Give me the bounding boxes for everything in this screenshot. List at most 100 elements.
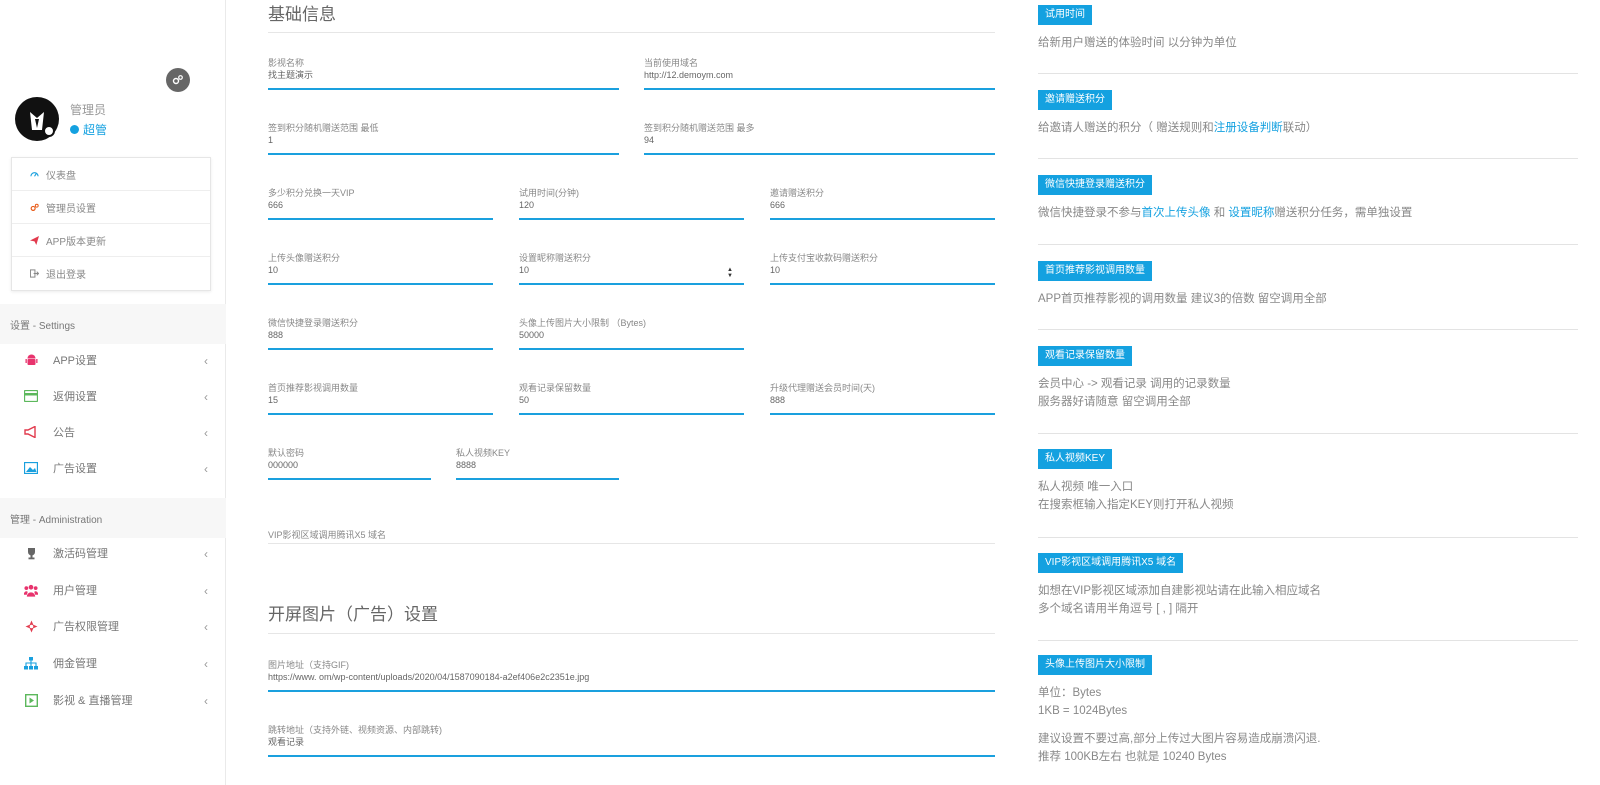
device-rule-link[interactable]: 注册设备判断 [1214, 122, 1283, 134]
field-underline [268, 348, 493, 350]
field-label: 默认密码 [268, 448, 305, 458]
chevron-left-icon: ‹ [204, 620, 208, 634]
field-label: 私人视频KEY [456, 448, 511, 458]
first-avatar-link[interactable]: 首次上传头像 [1142, 207, 1211, 219]
home-recommend-field[interactable]: 首页推荐影视调用数量 15 [268, 383, 493, 415]
field-label: 上传支付宝收款码赠送积分 [770, 253, 879, 263]
avatar[interactable] [15, 97, 59, 141]
bullhorn-icon [24, 425, 38, 439]
help-text: 单位：Bytes 1KB = 1024Bytes 建议设置不要过高,部分上传过大… [1038, 684, 1578, 766]
user-menu-admin-settings[interactable]: 管理员设置 [12, 191, 210, 224]
help-separator [1038, 433, 1578, 434]
field-label: 升级代理赠送会员时间(天) [770, 383, 875, 393]
splash-image-url-field[interactable]: 图片地址（支持GIF) https://www. om/wp-content/u… [268, 660, 995, 692]
field-value: 888 [268, 330, 284, 340]
help-tag: 观看记录保留数量 [1038, 346, 1132, 366]
field-value: 666 [268, 200, 284, 210]
avatar-badge [43, 125, 55, 137]
sidebar-item-ad-settings[interactable]: 广告设置 ‹ [0, 450, 226, 486]
field-underline [268, 755, 995, 757]
chevron-left-icon: ‹ [204, 547, 208, 561]
chevron-left-icon: ‹ [204, 657, 208, 671]
site-name-field[interactable]: 影视名称 找主题演示 [268, 58, 619, 90]
field-label: 头像上传图片大小限制 （Bytes) [519, 318, 647, 328]
field-value: http://12.demoym.com [644, 70, 734, 80]
sidebar: 管理员 超管 仪表盘 管理员设置 APP版本更新 退出登录 设置 - Setti… [0, 0, 226, 785]
field-value: 888 [770, 395, 786, 405]
sidebar-item-label: 返佣设置 [53, 391, 97, 403]
field-value: https://www. om/wp-content/uploads/2020/… [268, 672, 590, 682]
field-value: 50 [519, 395, 530, 405]
help-line: 推荐 100KB左右 也就是 10240 Bytes [1038, 751, 1227, 763]
admin-profile: 管理员 超管 [15, 97, 215, 145]
splash-link-field[interactable]: 跳转地址（支持外链、视频资源、内部跳转) 观看记录 [268, 725, 995, 757]
vip-x5-domain-field[interactable]: VIP影视区域调用腾讯X5 域名 [268, 530, 995, 544]
field-value: 15 [268, 395, 279, 405]
paper-plane-icon [30, 235, 39, 245]
trophy-icon [24, 546, 38, 560]
field-label: 设置昵称赠送积分 [519, 253, 592, 263]
sidebar-item-label: 影视 & 直播管理 [53, 695, 133, 707]
field-value: 000000 [268, 460, 299, 470]
chevron-left-icon: ‹ [204, 390, 208, 404]
current-domain-field[interactable]: 当前使用域名 http://12.demoym.com [644, 58, 995, 90]
agent-days-field[interactable]: 升级代理赠送会员时间(天) 888 [770, 383, 995, 415]
help-tag: 首页推荐影视调用数量 [1038, 261, 1152, 281]
help-tag: 头像上传图片大小限制 [1038, 655, 1152, 675]
wechat-points-field[interactable]: 微信快捷登录赠送积分 888 [268, 318, 493, 350]
nickname-points-field[interactable]: 设置昵称赠送积分 10 ▲ ▼ [519, 253, 744, 285]
sign-out-icon [30, 269, 39, 278]
trial-minutes-field[interactable]: 试用时间(分钟) 120 [519, 188, 744, 220]
sidebar-item-label: 激活码管理 [53, 548, 108, 560]
stepper-down-icon[interactable]: ▼ [727, 273, 733, 279]
help-line [1038, 720, 1578, 730]
splash-ad-title: 开屏图片（广告）设置 [268, 605, 438, 624]
sidebar-item-label: 广告设置 [53, 463, 97, 475]
avatar-size-field[interactable]: 头像上传图片大小限制 （Bytes) 50000 [519, 318, 744, 350]
chevron-left-icon: ‹ [204, 694, 208, 708]
default-password-field[interactable]: 默认密码 000000 [268, 448, 431, 480]
sidebar-item-app-settings[interactable]: APP设置 ‹ [0, 342, 226, 378]
avatar-points-field[interactable]: 上传头像赠送积分 10 [268, 253, 493, 285]
help-vip-x5-domain: VIP影视区域调用腾讯X5 域名 如想在VIP影视区域添加自建影视站请在此输入相… [1038, 552, 1578, 618]
role-label: 超管 [83, 123, 108, 137]
set-nickname-link[interactable]: 设置昵称 [1228, 207, 1274, 219]
field-label: 跳转地址（支持外链、视频资源、内部跳转) [268, 725, 442, 735]
points-per-vip-day-field[interactable]: 多少积分兑换一天VIP 666 [268, 188, 493, 220]
sidebar-item-video-live-management[interactable]: 影视 & 直播管理 ‹ [0, 682, 226, 718]
history-count-field[interactable]: 观看记录保留数量 50 [519, 383, 744, 415]
private-video-key-field[interactable]: 私人视频KEY 8888 [456, 448, 619, 480]
profile-role: 超管 [70, 121, 107, 138]
sidebar-item-activation-codes[interactable]: 激活码管理 ‹ [0, 535, 226, 571]
invite-points-field[interactable]: 邀请赠送积分 666 [770, 188, 995, 220]
field-label: 当前使用域名 [644, 58, 699, 68]
checkin-min-field[interactable]: 签到积分随机赠送范围 最低 1 [268, 123, 619, 155]
help-text: 给邀请人赠送的积分（ 赠送规则和注册设备判断联动） [1038, 119, 1578, 137]
field-underline [268, 413, 493, 415]
chevron-left-icon: ‹ [204, 426, 208, 440]
checkin-max-field[interactable]: 签到积分随机赠送范围 最多 94 [644, 123, 995, 155]
sidebar-item-commission-management[interactable]: 佣金管理 ‹ [0, 645, 226, 681]
android-icon [24, 353, 38, 367]
help-separator [1038, 158, 1578, 159]
user-menu-dashboard[interactable]: 仪表盘 [12, 158, 210, 191]
field-underline [770, 413, 995, 415]
chevron-left-icon: ‹ [204, 462, 208, 476]
user-menu-logout[interactable]: 退出登录 [12, 257, 210, 290]
help-text: APP首页推荐影视的调用数量 建议3的倍数 留空调用全部 [1038, 293, 1327, 305]
sidebar-item-ad-permissions[interactable]: 广告权限管理 ‹ [0, 608, 226, 644]
help-text: 私人视频 唯一入口 在搜索框输入指定KEY则打开私人视频 [1038, 478, 1578, 514]
user-menu-label: 退出登录 [46, 270, 86, 281]
field-value: 1 [268, 135, 274, 145]
alipay-points-field[interactable]: 上传支付宝收款码赠送积分 10 [770, 253, 995, 285]
help-text: 微信快捷登录不参与首次上传头像 和 设置昵称赠送积分任务，需单独设置 [1038, 204, 1578, 222]
field-underline [644, 153, 995, 155]
number-stepper[interactable]: ▲ ▼ [726, 267, 734, 279]
help-separator [1038, 640, 1578, 641]
settings-gear-button[interactable] [166, 68, 190, 92]
sidebar-item-commission-settings[interactable]: 返佣设置 ‹ [0, 378, 226, 414]
sidebar-item-announcement[interactable]: 公告 ‹ [0, 414, 226, 450]
user-menu-app-update[interactable]: APP版本更新 [12, 224, 210, 257]
sidebar-item-user-management[interactable]: 用户管理 ‹ [0, 572, 226, 608]
help-line: 服务器好请随意 留空调用全部 [1038, 396, 1191, 408]
